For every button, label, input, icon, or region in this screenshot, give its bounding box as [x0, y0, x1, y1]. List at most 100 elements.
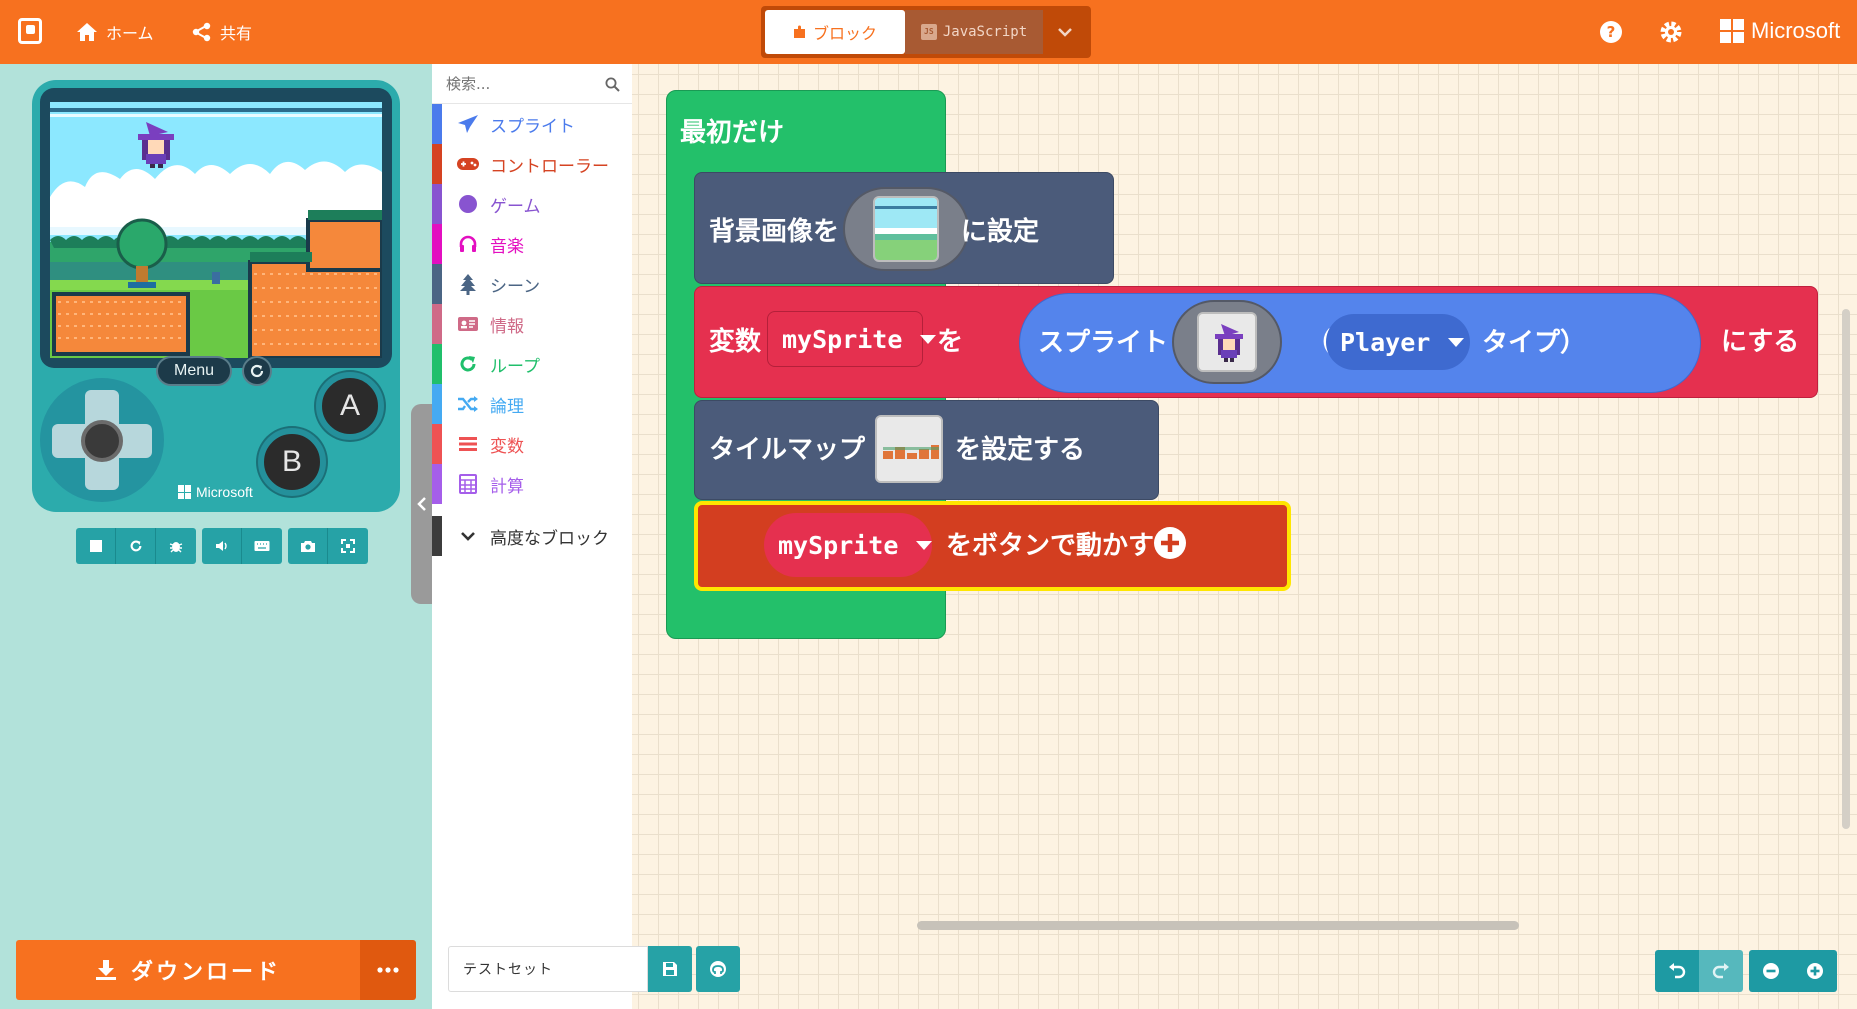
toolbox: スプライト コントローラー ゲーム 音楽 シーン 情報 ループ 論理 変数: [432, 64, 632, 1009]
undo-button[interactable]: [1655, 950, 1699, 992]
vertical-scrollbar[interactable]: [1842, 309, 1850, 829]
plus-circle-icon: [1154, 527, 1186, 559]
category-label: コントローラー: [490, 156, 609, 177]
move-sprite-with-buttons-block[interactable]: mySprite をボタンで動かす: [694, 501, 1291, 591]
category-controller[interactable]: コントローラー: [432, 144, 632, 184]
sprite-kind-dropdown[interactable]: Player: [1326, 314, 1470, 370]
language-dropdown-button[interactable]: [1043, 10, 1087, 54]
save-button[interactable]: [648, 946, 692, 992]
zoom-out-icon: [1763, 963, 1779, 979]
chevron-down-icon: [1058, 28, 1072, 37]
b-button[interactable]: B: [258, 428, 326, 496]
create-sprite-block[interactable]: スプライト （ Player タイプ）: [1019, 293, 1701, 393]
category-advanced[interactable]: 高度なブロック: [432, 516, 632, 556]
stop-button[interactable]: [76, 528, 116, 564]
settings-button[interactable]: [1658, 19, 1684, 45]
tilemap-thumbnail[interactable]: [875, 415, 943, 483]
redo-button[interactable]: [1699, 950, 1743, 992]
category-loops[interactable]: ループ: [432, 344, 632, 384]
javascript-tab[interactable]: JS JavaScript: [905, 10, 1043, 54]
set-tilemap-block[interactable]: タイルマップ を設定する: [694, 400, 1159, 500]
simulator-toolbar: [76, 528, 368, 564]
category-label: 計算: [490, 476, 524, 497]
category-logic[interactable]: 論理: [432, 384, 632, 424]
microsoft-logo[interactable]: Microsoft: [1720, 18, 1840, 44]
home-label: ホーム: [106, 24, 154, 43]
variable-name-dropdown[interactable]: mySprite: [767, 311, 937, 367]
horizontal-scrollbar[interactable]: [917, 921, 1519, 930]
chevron-left-icon: [417, 497, 426, 511]
caret-down-icon: [916, 540, 933, 550]
editor-toggle: ブロック JS JavaScript: [761, 6, 1091, 58]
bug-icon: [169, 542, 183, 553]
zoom-in-icon: [1807, 963, 1823, 979]
chevron-down-icon: [454, 524, 482, 548]
category-color-bar: [432, 424, 442, 464]
list-icon: [454, 432, 482, 456]
sprite-label: スプライト: [1038, 328, 1169, 358]
menu-button[interactable]: Menu: [156, 356, 232, 386]
github-button[interactable]: [696, 946, 740, 992]
dpad-joystick[interactable]: [81, 420, 123, 462]
project-name-input[interactable]: テストセット: [448, 946, 648, 992]
category-color-bar: [432, 344, 442, 384]
category-label: 音楽: [490, 236, 524, 257]
blocks-tab[interactable]: ブロック: [765, 10, 905, 54]
category-game[interactable]: ゲーム: [432, 184, 632, 224]
screenshot-button[interactable]: [288, 528, 328, 564]
expand-block-button[interactable]: [1152, 525, 1188, 561]
move-sprite-suffix: をボタンで動かす: [946, 531, 1155, 561]
javascript-tab-label: JavaScript: [942, 24, 1028, 40]
keyboard-controls-button[interactable]: [242, 528, 282, 564]
category-scene[interactable]: シーン: [432, 264, 632, 304]
home-button[interactable]: ホーム: [76, 19, 154, 45]
category-color-bar: [432, 264, 442, 304]
sim-capture-group: [288, 528, 368, 564]
tilemap-prefix: タイルマップ: [709, 435, 866, 465]
workspace-controls: [1655, 950, 1837, 992]
category-math[interactable]: 計算: [432, 464, 632, 504]
game-screen[interactable]: [50, 102, 382, 358]
move-sprite-value: mySprite: [778, 530, 899, 560]
share-button[interactable]: 共有: [192, 19, 252, 45]
blocks-workspace[interactable]: 最初だけ 背景画像を に設定 変数 mySprite を スプライト （ Pla…: [632, 64, 1857, 1009]
share-icon: [192, 22, 211, 42]
dpad[interactable]: [40, 378, 164, 502]
category-sprites[interactable]: スプライト: [432, 104, 632, 144]
set-variable-block[interactable]: 変数 mySprite を スプライト （ Player タイプ） にする: [694, 286, 1818, 398]
background-image-slot[interactable]: [843, 187, 969, 271]
headphones-icon: [454, 232, 482, 256]
set-background-prefix: 背景画像を: [709, 217, 840, 247]
fullscreen-button[interactable]: [328, 528, 368, 564]
search-icon: [605, 77, 620, 92]
download-options-button[interactable]: [360, 940, 416, 1000]
category-variables[interactable]: 変数: [432, 424, 632, 464]
debug-button[interactable]: [156, 528, 196, 564]
move-sprite-dropdown[interactable]: mySprite: [764, 513, 933, 577]
search-input[interactable]: [432, 64, 632, 104]
gamepad-icon: [454, 152, 482, 176]
set-background-image-block[interactable]: 背景画像を に設定: [694, 172, 1114, 284]
toolbox-search: [432, 64, 632, 104]
restart-button[interactable]: [116, 528, 156, 564]
makecode-logo-icon[interactable]: [18, 18, 42, 44]
category-label: ゲーム: [490, 196, 541, 217]
zoom-out-button[interactable]: [1749, 950, 1793, 992]
restart-game-button[interactable]: [242, 356, 272, 386]
refresh-icon: [250, 364, 264, 378]
refresh-icon: [130, 540, 141, 552]
sim-option-group: [202, 528, 282, 564]
category-color-bar: [432, 384, 442, 424]
loop-icon: [454, 352, 482, 376]
redo-icon: [1712, 963, 1729, 979]
collapse-simulator-button[interactable]: [411, 404, 433, 604]
sprite-image-slot[interactable]: [1172, 300, 1282, 384]
download-button[interactable]: ダウンロード: [16, 940, 360, 1000]
a-button[interactable]: A: [316, 372, 384, 440]
zoom-in-button[interactable]: [1793, 950, 1837, 992]
mute-button[interactable]: [202, 528, 242, 564]
help-button[interactable]: ?: [1598, 19, 1624, 45]
category-music[interactable]: 音楽: [432, 224, 632, 264]
category-label: ループ: [490, 356, 540, 377]
category-info[interactable]: 情報: [432, 304, 632, 344]
